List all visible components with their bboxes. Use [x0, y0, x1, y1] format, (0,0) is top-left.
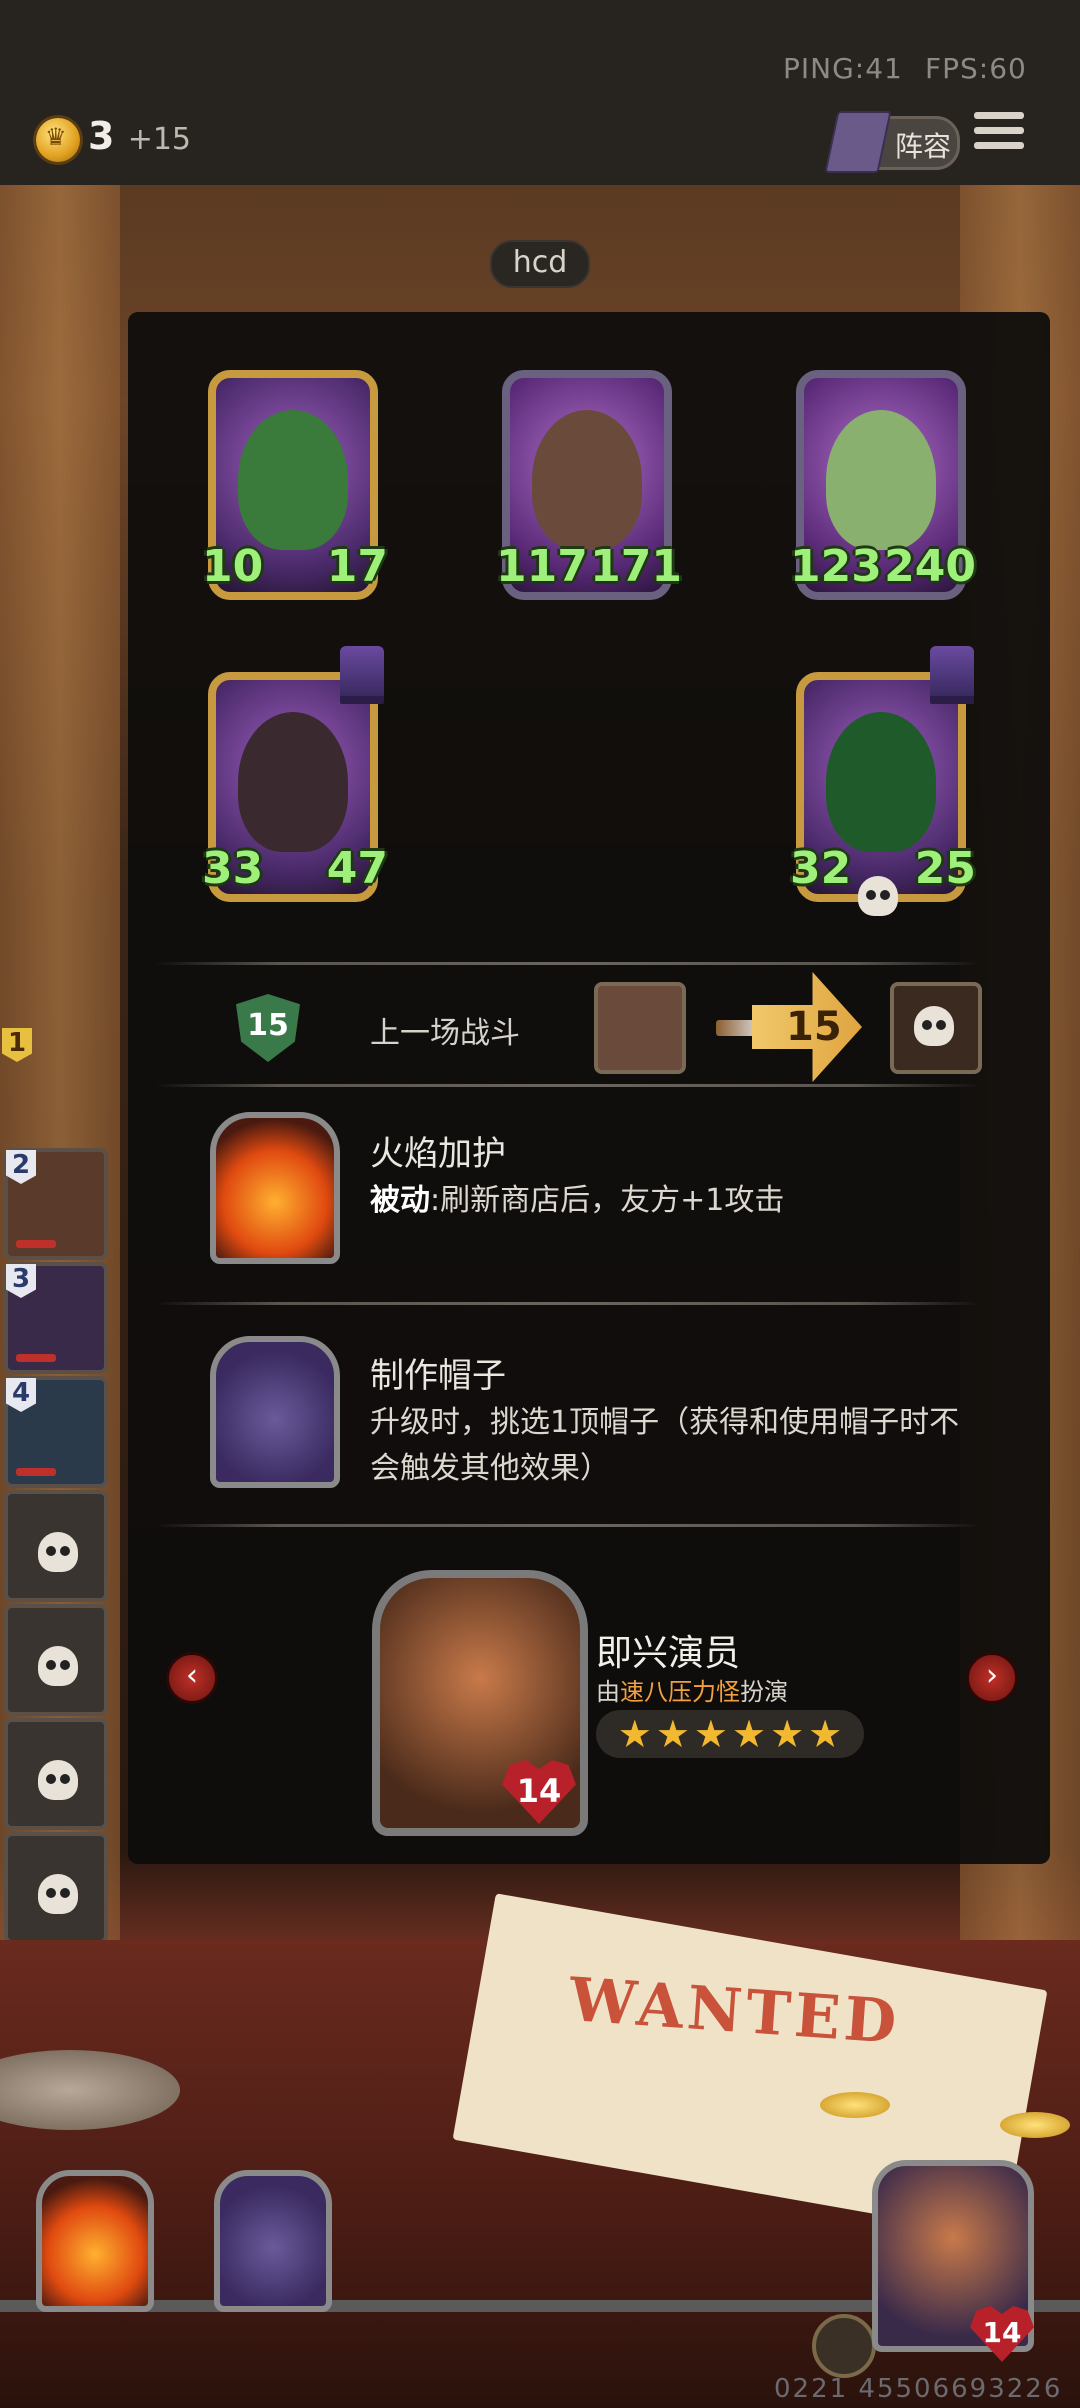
hat-craft-skill-icon[interactable]: [210, 1336, 340, 1488]
skull-icon: [858, 876, 898, 916]
lineup-button[interactable]: 阵容: [824, 111, 960, 173]
last-battle-hero-thumb: [594, 982, 686, 1074]
skull-icon: [914, 1006, 954, 1046]
leaderboard-entry-2[interactable]: 2: [4, 1148, 108, 1260]
minion-health: 17: [326, 541, 388, 592]
skill-2-title: 制作帽子: [370, 1356, 506, 1396]
tier-value: 15: [247, 1008, 289, 1043]
gold-income: +15: [127, 122, 191, 157]
skull-icon: [38, 1760, 78, 1800]
bell-icon[interactable]: [812, 2314, 876, 2378]
minion-health: 240: [884, 541, 976, 592]
menu-icon[interactable]: [974, 112, 1024, 160]
defeated-opponent-thumb: [890, 982, 982, 1074]
divider: [155, 962, 980, 965]
health-bar: [16, 1354, 56, 1362]
rank-badge: 2: [6, 1150, 36, 1184]
board-minion-3[interactable]: 123 240: [790, 370, 976, 600]
skill-1-type: 被动: [370, 1183, 430, 1218]
star-icon: ★: [732, 1712, 767, 1756]
minion-attack: 117: [496, 541, 588, 592]
opponent-name: hcd: [490, 240, 590, 288]
leaderboard-entry-8[interactable]: [4, 1832, 108, 1944]
hero-player-suffix: 扮演: [740, 1678, 788, 1706]
skill-1-text: :刷新商店后，友方+1攻击: [430, 1183, 785, 1218]
hero-name: 即兴演员: [596, 1633, 741, 1674]
divider: [155, 1084, 980, 1087]
minion-art: [826, 410, 936, 550]
flame-skill-icon[interactable]: [210, 1112, 340, 1264]
board-minion-5[interactable]: 32 25: [790, 672, 976, 902]
skull-icon: [38, 1646, 78, 1686]
rank-badge: 1: [2, 1028, 32, 1062]
star-icon: ★: [617, 1712, 652, 1756]
minion-art: [826, 712, 936, 852]
bench-hat-skill[interactable]: [214, 2170, 332, 2312]
top-bar: PING:41 FPS:60 3 +15 阵容: [0, 0, 1080, 185]
minion-art: [238, 712, 348, 852]
skill-1-title: 火焰加护: [370, 1134, 506, 1174]
hero-player-prefix: 由: [596, 1678, 620, 1706]
next-hero-button[interactable]: ›: [966, 1652, 1018, 1704]
gold-value: 3: [88, 114, 115, 158]
minion-health: 47: [326, 843, 388, 894]
minion-art: [532, 410, 642, 550]
hat-icon: [340, 646, 384, 704]
rank-badge: 3: [6, 1264, 36, 1298]
hat-icon: [930, 646, 974, 704]
skull-icon: [38, 1874, 78, 1914]
book-icon: [824, 111, 892, 173]
leaderboard-entry-7[interactable]: [4, 1718, 108, 1830]
minion-attack: 10: [202, 541, 264, 592]
leaderboard-entry-6[interactable]: [4, 1604, 108, 1716]
hero-stars: ★ ★ ★ ★ ★ ★: [596, 1710, 864, 1758]
minion-attack: 33: [202, 843, 264, 894]
star-icon: ★: [808, 1712, 843, 1756]
hero-player-name: 速八压力怪: [620, 1678, 740, 1706]
health-bar: [16, 1468, 56, 1476]
hero-player: 由速八压力怪扮演: [596, 1672, 788, 1707]
leaderboard-entry-3[interactable]: 3: [4, 1262, 108, 1374]
minion-attack: 123: [790, 541, 882, 592]
last-battle-label: 上一场战斗: [370, 1016, 520, 1051]
gold-counter: 3 +15: [88, 114, 191, 158]
session-id: 0221 45506693226: [774, 2374, 1063, 2404]
wanted-text: WANTED: [567, 1965, 903, 2059]
skill-1-desc: 被动:刷新商店后，友方+1攻击: [370, 1178, 970, 1224]
game-scene: PING:41 FPS:60 3 +15 阵容 hcd 10 17 117 17…: [0, 0, 1080, 2408]
leaderboard-entry-5[interactable]: [4, 1490, 108, 1602]
health-bar: [16, 1240, 56, 1248]
star-icon: ★: [693, 1712, 728, 1756]
coin-icon: [820, 2092, 890, 2118]
minion-attack: 32: [790, 843, 852, 894]
bench-flame-skill[interactable]: [36, 2170, 154, 2312]
skull-icon: [38, 1532, 78, 1572]
ping-readout: PING:41: [783, 52, 903, 85]
minion-art: [238, 410, 348, 550]
divider: [155, 1524, 980, 1527]
minion-health: 171: [590, 541, 682, 592]
rank-badge: 4: [6, 1378, 36, 1412]
fps-readout: FPS:60: [925, 52, 1027, 85]
board-minion-2[interactable]: 117 171: [496, 370, 682, 600]
coin-icon: [1000, 2112, 1070, 2138]
divider: [155, 1302, 980, 1305]
skill-2-desc: 升级时，挑选1顶帽子（获得和使用帽子时不会触发其他效果）: [370, 1405, 960, 1486]
star-icon: ★: [770, 1712, 805, 1756]
leaderboard-entry-4[interactable]: 4: [4, 1376, 108, 1488]
damage-value: 15: [786, 1004, 842, 1050]
gold-coin-icon: [36, 118, 80, 162]
board-minion-4[interactable]: 33 47: [202, 672, 388, 902]
prev-hero-button[interactable]: ‹: [166, 1652, 218, 1704]
minion-health: 25: [914, 843, 976, 894]
board-minion-1[interactable]: 10 17: [202, 370, 388, 600]
star-icon: ★: [655, 1712, 690, 1756]
lineup-label: 阵容: [895, 130, 952, 163]
leaderboard-entry-1[interactable]: 1: [2, 1028, 100, 1082]
